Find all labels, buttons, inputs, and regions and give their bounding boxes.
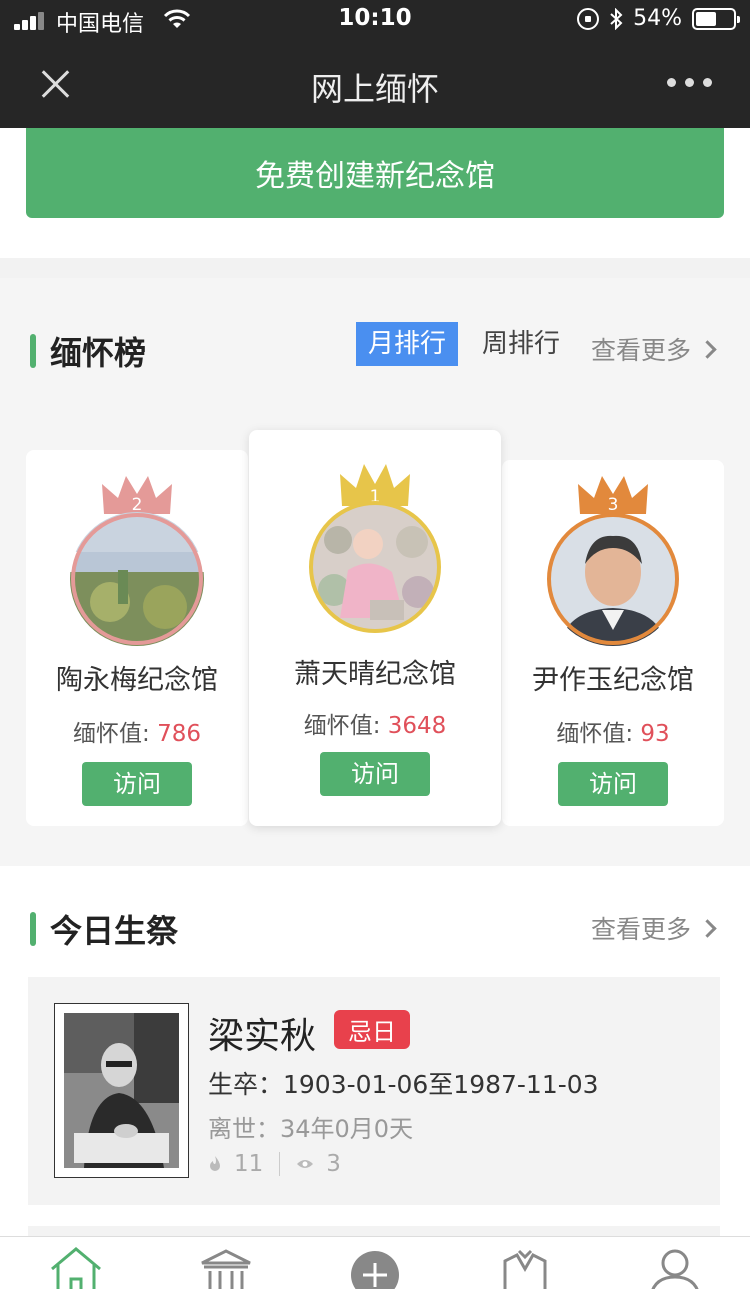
tab-weekly[interactable]: 周排行 <box>470 322 572 366</box>
person-name: 梁实秋 <box>208 1016 317 1057</box>
ranking-title: 缅怀榜 <box>30 328 146 374</box>
page-title: 网上缅怀 <box>310 70 439 108</box>
time-since-death: 离世：34年0月0天 <box>208 1115 414 1143</box>
memorial-value: 缅怀值: 93 <box>502 714 724 748</box>
memorial-name: 尹作玉纪念馆 <box>532 665 694 696</box>
ranking-section: 缅怀榜 月排行 周排行 查看更多 2 陶永梅纪念馆 缅怀值: 786 访问 1 … <box>0 278 750 866</box>
bluetooth-icon <box>610 7 623 30</box>
value-label: 缅怀值: <box>73 721 150 747</box>
memorial-avatar <box>70 512 204 646</box>
title-accent-bar <box>30 912 36 946</box>
rank-card-2[interactable]: 2 陶永梅纪念馆 缅怀值: 786 访问 <box>26 450 248 826</box>
value-number: 93 <box>640 721 670 747</box>
memorial-value: 缅怀值: 3648 <box>249 706 501 740</box>
person-photo <box>54 1003 189 1178</box>
ranking-title-text: 缅怀榜 <box>50 334 147 372</box>
tab-memorial-hall-icon[interactable] <box>198 1245 254 1289</box>
tab-offering-icon[interactable] <box>497 1245 553 1289</box>
create-section: 免费创建新纪念馆 <box>0 128 750 258</box>
memorial-name: 陶永梅纪念馆 <box>56 665 218 696</box>
stats-divider <box>279 1152 281 1176</box>
anniversary-badge: 忌日 <box>334 1010 410 1049</box>
ranking-see-more[interactable]: 查看更多 <box>591 331 717 367</box>
status-bar: 中国电信 10:10 54% <box>0 0 750 42</box>
rank-card-3[interactable]: 3 尹作玉纪念馆 缅怀值: 93 访问 <box>502 460 724 826</box>
today-section: 今日生祭 查看更多 梁实秋 忌日 生卒：1903-01-06至1987-11-0… <box>0 866 750 1236</box>
tab-profile-icon[interactable] <box>647 1245 703 1289</box>
today-title: 今日生祭 <box>30 906 178 952</box>
rotation-lock-icon <box>577 7 600 30</box>
memorial-avatar <box>547 513 679 646</box>
see-more-label: 查看更多 <box>591 915 692 944</box>
more-menu-icon[interactable] <box>667 78 712 87</box>
memorial-name: 萧天晴纪念馆 <box>294 659 456 690</box>
tab-monthly[interactable]: 月排行 <box>356 322 459 366</box>
top-bar: 中国电信 10:10 54% 网上缅怀 <box>0 0 750 128</box>
see-more-label: 查看更多 <box>591 336 692 365</box>
visit-button[interactable]: 访问 <box>558 762 668 806</box>
view-count: 3 <box>326 1151 341 1177</box>
memorial-avatar <box>309 501 441 633</box>
flame-icon <box>210 1156 220 1171</box>
bottom-tab-bar <box>0 1236 750 1289</box>
person-stats: 11 3 <box>208 1151 341 1177</box>
memorial-value: 缅怀值: 786 <box>26 714 248 748</box>
chevron-right-icon <box>698 339 717 359</box>
battery-percent: 54% <box>633 6 682 31</box>
tab-add-icon[interactable] <box>347 1245 403 1289</box>
visit-button[interactable]: 访问 <box>320 752 430 796</box>
crown-icon: 2 <box>102 476 172 515</box>
value-label: 缅怀值: <box>556 721 634 747</box>
chevron-right-icon <box>698 918 717 938</box>
value-number: 786 <box>157 721 201 747</box>
person-card[interactable]: 梁实秋 忌日 生卒：1903-01-06至1987-11-03 离世：34年0月… <box>28 977 720 1205</box>
life-dates: 生卒：1903-01-06至1987-11-03 <box>208 1070 599 1099</box>
title-accent-bar <box>30 334 36 368</box>
rank-card-1[interactable]: 1 萧天晴纪念馆 缅怀值: 3648 访问 <box>249 430 501 826</box>
today-title-text: 今日生祭 <box>50 912 179 950</box>
visit-button[interactable]: 访问 <box>82 762 192 806</box>
value-number: 3648 <box>387 713 447 739</box>
value-label: 缅怀值: <box>303 713 381 739</box>
today-see-more[interactable]: 查看更多 <box>591 910 717 946</box>
tab-home-icon[interactable] <box>48 1245 104 1289</box>
flower-count: 11 <box>234 1151 264 1177</box>
battery-icon <box>692 7 740 30</box>
crown-icon: 3 <box>578 476 648 515</box>
next-card-edge <box>28 1226 720 1236</box>
eye-icon <box>297 1160 314 1168</box>
create-memorial-button[interactable]: 免费创建新纪念馆 <box>26 128 724 218</box>
